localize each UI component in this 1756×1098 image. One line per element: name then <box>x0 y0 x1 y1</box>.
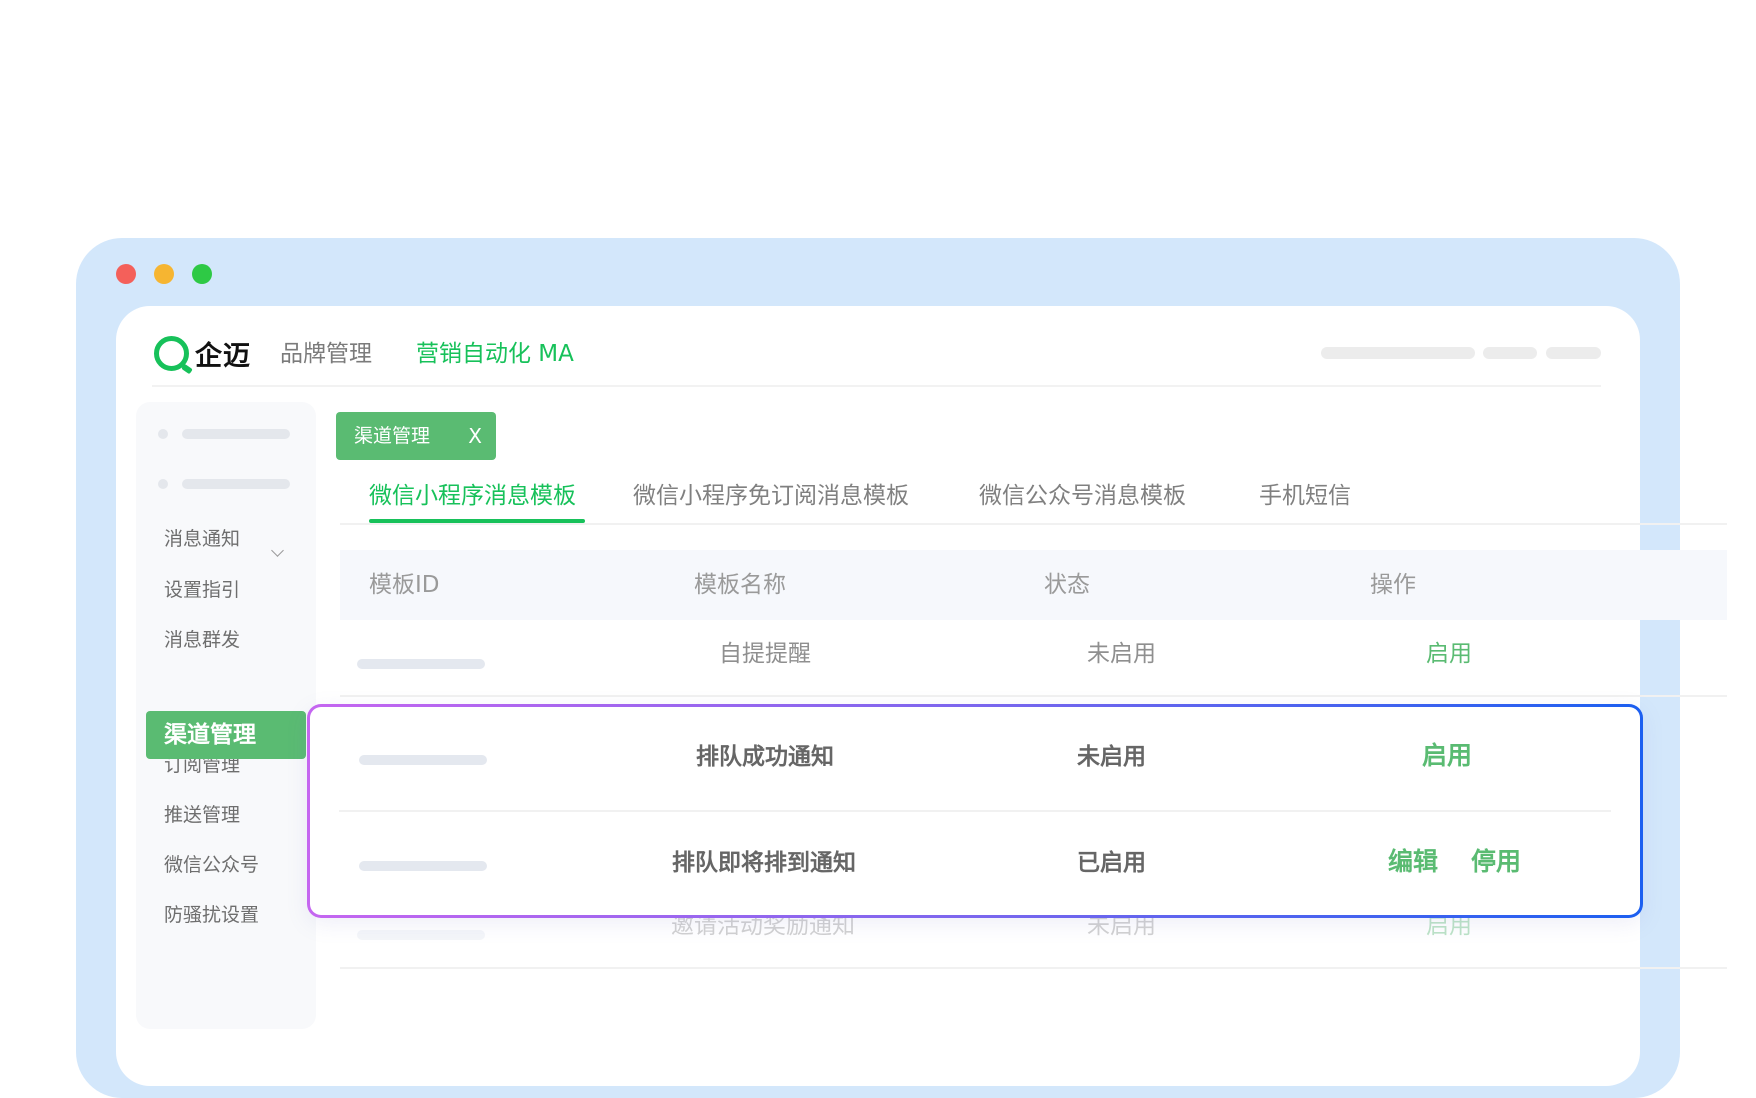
sidebar-placeholder-dot <box>158 479 168 489</box>
highlighted-rows-card: 排队成功通知 未启用 启用 排队即将排到通知 已启用 编辑 停用 <box>307 704 1643 918</box>
edit-button[interactable]: 编辑 <box>1388 846 1438 878</box>
template-name: 排队成功通知 <box>696 744 834 770</box>
sidebar-item-setup-guide[interactable]: 设置指引 <box>164 575 240 605</box>
tab-sms[interactable]: 手机短信 <box>1259 476 1351 516</box>
logo-q-icon <box>154 335 189 371</box>
sidebar-item-channel-management[interactable]: 渠道管理 <box>146 711 306 759</box>
sidebar-item-message-notification[interactable]: 消息通知 <box>164 524 240 554</box>
template-id-placeholder <box>357 659 485 669</box>
tab-miniprogram-message-template[interactable]: 微信小程序消息模板 <box>369 476 576 516</box>
enable-button[interactable]: 启用 <box>1426 638 1472 670</box>
sidebar-item-mass-message[interactable]: 消息群发 <box>164 625 240 655</box>
column-header-template-name: 模板名称 <box>694 572 786 598</box>
template-status: 已启用 <box>1077 850 1146 876</box>
row-divider <box>340 967 1727 969</box>
nav-marketing-automation[interactable]: 营销自动化 MA <box>416 334 574 374</box>
enable-button[interactable]: 启用 <box>1422 740 1472 772</box>
page-tag-channel-management[interactable]: 渠道管理 X <box>336 412 496 460</box>
column-header-actions: 操作 <box>1370 572 1416 598</box>
sidebar-item-wechat-official-account[interactable]: 微信公众号 <box>164 850 259 880</box>
sidebar-item-anti-harassment[interactable]: 防骚扰设置 <box>164 900 259 930</box>
template-name: 自提提醒 <box>719 641 811 667</box>
window-close-button[interactable] <box>116 264 136 284</box>
header-divider <box>152 385 1601 387</box>
page-tag-label: 渠道管理 <box>354 425 431 447</box>
sidebar-item-push-management[interactable]: 推送管理 <box>164 800 240 830</box>
window-minimize-button[interactable] <box>154 264 174 284</box>
header-placeholder <box>1483 347 1537 359</box>
close-icon[interactable]: X <box>468 412 482 460</box>
column-header-template-id: 模板ID <box>369 572 440 598</box>
header-placeholder <box>1546 347 1601 359</box>
logo[interactable]: 企迈 <box>154 330 251 376</box>
sidebar-placeholder[interactable] <box>182 429 290 439</box>
row-divider <box>340 695 1727 697</box>
logo-text: 企迈 <box>195 340 251 372</box>
tabs-divider <box>340 523 1727 525</box>
template-status: 未启用 <box>1077 744 1146 770</box>
tab-miniprogram-subscription-free-template[interactable]: 微信小程序免订阅消息模板 <box>633 476 909 516</box>
sidebar-placeholder-dot <box>158 429 168 439</box>
template-id-placeholder <box>357 930 485 940</box>
row-divider <box>339 810 1611 812</box>
template-id-placeholder <box>359 755 487 765</box>
template-name: 排队即将排到通知 <box>672 850 856 876</box>
template-status: 未启用 <box>1087 641 1156 667</box>
table-header <box>340 550 1727 620</box>
chevron-down-icon[interactable] <box>271 544 284 557</box>
header-placeholder <box>1321 347 1475 359</box>
column-header-status: 状态 <box>1044 572 1090 598</box>
nav-brand-management[interactable]: 品牌管理 <box>280 334 372 374</box>
window-maximize-button[interactable] <box>192 264 212 284</box>
template-id-placeholder <box>359 861 487 871</box>
sidebar-placeholder[interactable] <box>182 479 290 489</box>
tab-official-account-template[interactable]: 微信公众号消息模板 <box>979 476 1186 516</box>
app-window: 企迈 品牌管理 营销自动化 MA 消息通知 设置指引 消息群发 订阅管理 推送管… <box>116 306 1727 1086</box>
disable-button[interactable]: 停用 <box>1471 846 1521 878</box>
